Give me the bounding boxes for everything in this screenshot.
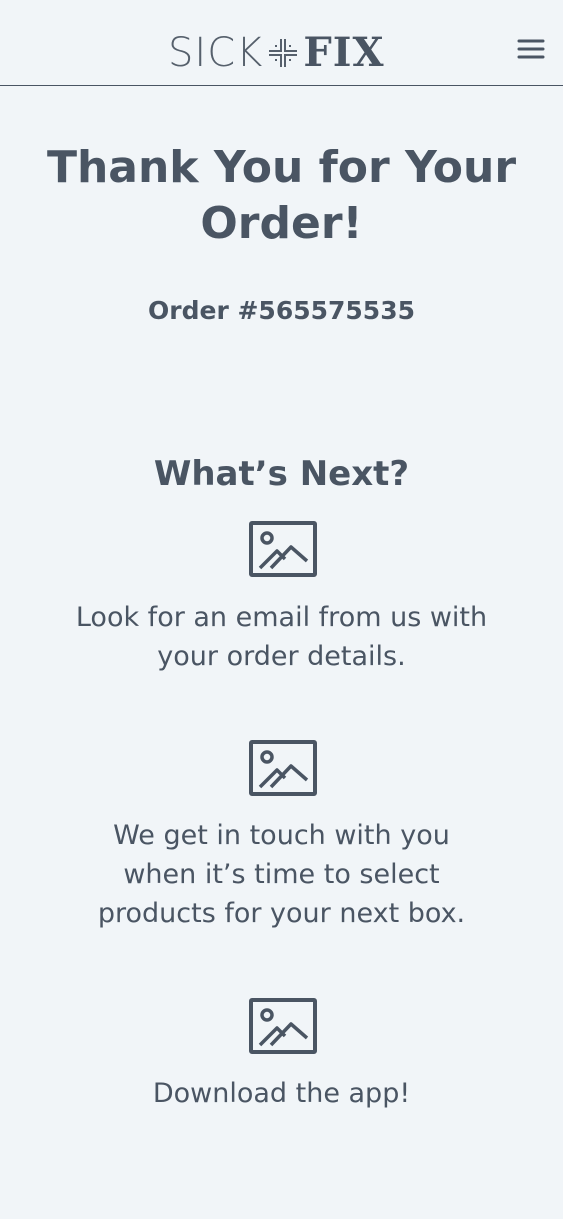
hamburger-menu-button[interactable]	[513, 33, 549, 65]
logo-cross-icon	[269, 39, 298, 67]
image-placeholder-icon	[249, 740, 317, 796]
sickfix-logo[interactable]: SICK FIX	[168, 29, 385, 76]
site-header: SICK FIX	[0, 0, 563, 86]
logo-sick-text: SICK	[168, 30, 264, 76]
step-text: We get in touch with you when it’s time …	[97, 820, 466, 929]
whats-next-heading: What’s Next?	[153, 454, 410, 494]
step-text: Look for an email from us with your orde…	[75, 602, 488, 672]
hamburger-menu-icon	[517, 39, 545, 59]
logo-fix-text: FIX	[303, 29, 385, 76]
image-placeholder-icon	[249, 998, 317, 1054]
page-title: Thank You for Your Order!	[46, 142, 517, 249]
step-text: Download the app!	[152, 1078, 411, 1109]
order-number: Order #565575535	[148, 296, 415, 325]
image-placeholder-icon	[249, 521, 317, 577]
